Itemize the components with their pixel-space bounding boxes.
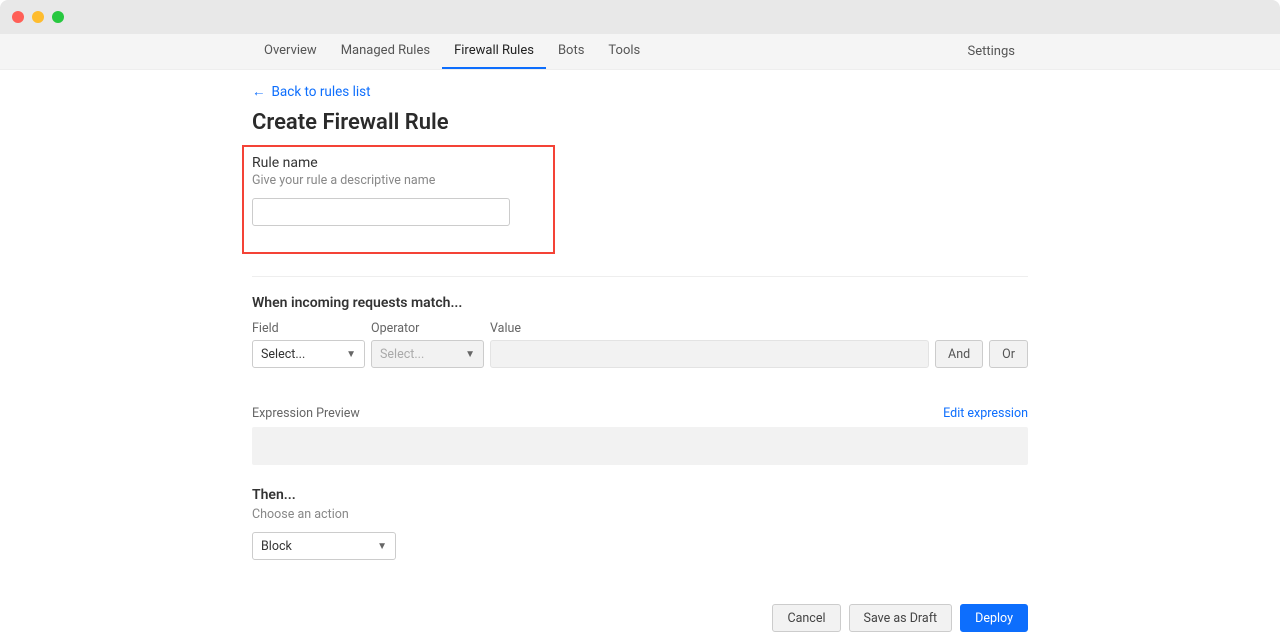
tab-overview[interactable]: Overview <box>252 34 329 69</box>
then-heading: Then... <box>252 487 1028 503</box>
main-content: ← Back to rules list Create Firewall Rul… <box>252 70 1028 632</box>
operator-select: Select... ▼ <box>371 340 484 368</box>
chevron-down-icon: ▼ <box>346 349 356 360</box>
arrow-left-icon: ← <box>252 84 266 100</box>
chevron-down-icon: ▼ <box>465 349 475 360</box>
value-label: Value <box>490 321 929 336</box>
then-hint: Choose an action <box>252 507 1028 522</box>
tab-bots[interactable]: Bots <box>546 34 596 69</box>
divider <box>252 276 1028 277</box>
tab-firewall-rules[interactable]: Firewall Rules <box>442 34 546 69</box>
footer-actions: Cancel Save as Draft Deploy <box>252 604 1028 632</box>
action-select-value: Block <box>261 539 292 554</box>
and-button[interactable]: And <box>935 340 983 368</box>
rule-name-input[interactable] <box>252 198 510 226</box>
action-select[interactable]: Block ▼ <box>252 532 396 560</box>
condition-row: Field Select... ▼ Operator Select... ▼ V… <box>252 321 1028 368</box>
tab-tools[interactable]: Tools <box>596 34 652 69</box>
operator-select-value: Select... <box>380 347 424 362</box>
minimize-window-dot[interactable] <box>32 11 44 23</box>
field-select-value: Select... <box>261 347 305 362</box>
value-input[interactable] <box>490 340 929 368</box>
save-draft-button[interactable]: Save as Draft <box>849 604 953 632</box>
match-heading: When incoming requests match... <box>252 295 1028 311</box>
chevron-down-icon: ▼ <box>377 541 387 552</box>
rule-name-label: Rule name <box>252 155 545 171</box>
rule-name-highlight: Rule name Give your rule a descriptive n… <box>242 145 555 254</box>
field-label: Field <box>252 321 365 336</box>
back-link-label: Back to rules list <box>272 84 371 100</box>
cancel-button[interactable]: Cancel <box>772 604 840 632</box>
back-to-rules-link[interactable]: ← Back to rules list <box>252 84 1028 100</box>
maximize-window-dot[interactable] <box>52 11 64 23</box>
tab-bar: Overview Managed Rules Firewall Rules Bo… <box>0 34 1280 70</box>
page-title: Create Firewall Rule <box>252 110 1028 135</box>
field-select[interactable]: Select... ▼ <box>252 340 365 368</box>
edit-expression-link[interactable]: Edit expression <box>943 406 1028 421</box>
deploy-button[interactable]: Deploy <box>960 604 1028 632</box>
tab-managed-rules[interactable]: Managed Rules <box>329 34 442 69</box>
operator-label: Operator <box>371 321 484 336</box>
rule-name-hint: Give your rule a descriptive name <box>252 173 545 188</box>
window-titlebar <box>0 0 1280 34</box>
close-window-dot[interactable] <box>12 11 24 23</box>
tab-settings[interactable]: Settings <box>968 34 1015 69</box>
or-button[interactable]: Or <box>989 340 1028 368</box>
expression-preview-label: Expression Preview <box>252 406 360 421</box>
expression-preview-box <box>252 427 1028 465</box>
